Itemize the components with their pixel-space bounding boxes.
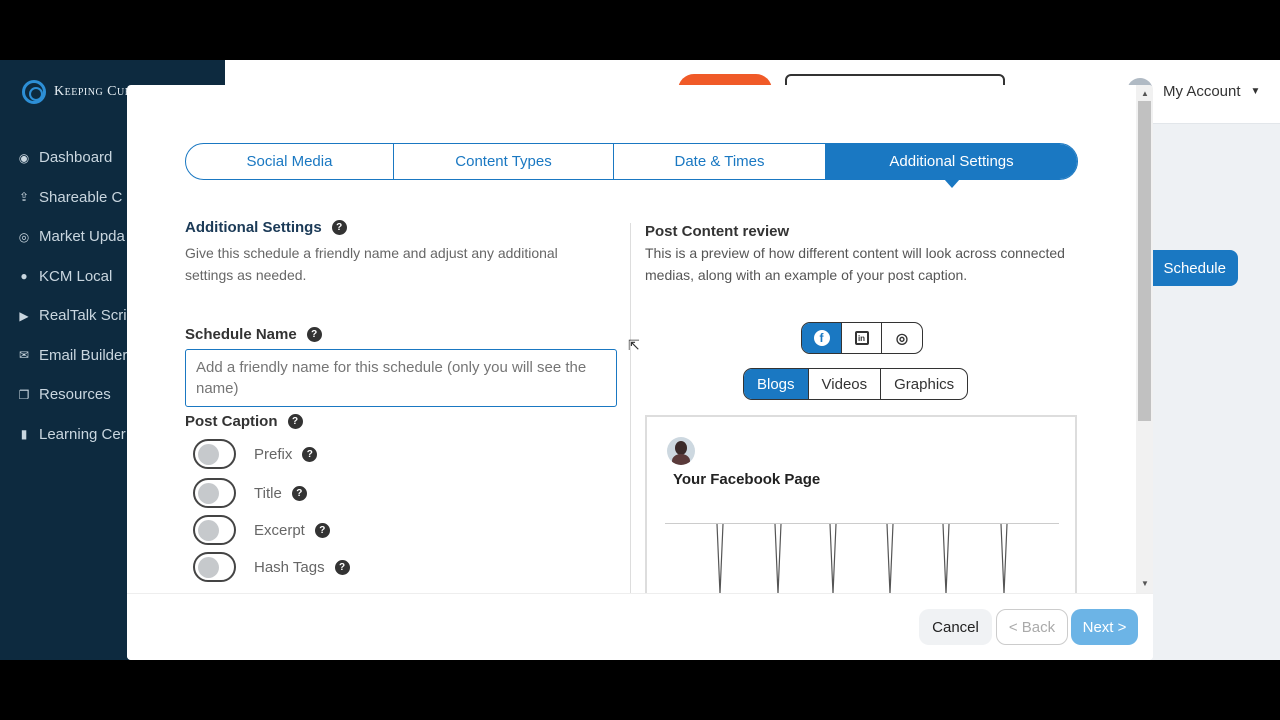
help-icon[interactable]: ? <box>287 414 303 429</box>
help-icon[interactable]: ? <box>306 327 322 342</box>
schedule-name-label: Schedule Name <box>185 326 297 343</box>
content-type-selector: Blogs Videos Graphics <box>743 368 969 400</box>
toggle-row-title: Title ? <box>193 478 307 508</box>
logo-mark-icon <box>22 80 46 104</box>
account-label: My Account <box>1163 82 1241 100</box>
location-icon: ● <box>20 269 28 284</box>
schedule-name-header: Schedule Name ? <box>185 326 322 343</box>
modal-footer: Cancel < Back Next > <box>127 593 1153 660</box>
toggle-label: Excerpt <box>254 521 305 539</box>
post-caption-label: Post Caption <box>185 413 278 430</box>
toggle-row-hashtags: Hash Tags ? <box>193 552 350 582</box>
scroll-down-icon[interactable]: ▼ <box>1141 579 1149 588</box>
help-icon[interactable]: ? <box>334 559 350 575</box>
sidebar-item-label: RealTalk Scri <box>39 307 127 325</box>
instagram-icon[interactable]: ◎ <box>882 323 922 353</box>
post-caption-header: Post Caption ? <box>185 413 303 430</box>
schedule-name-input[interactable] <box>185 349 617 407</box>
mouse-cursor-icon: ⇱ <box>628 337 640 353</box>
social-media-selector: f in ◎ <box>801 322 923 354</box>
toggle-knob <box>198 444 219 465</box>
scroll-up-icon[interactable]: ▲ <box>1141 89 1149 98</box>
share-icon: ⇪ <box>18 190 30 205</box>
sidebar-item-label: Email Builder <box>39 346 128 364</box>
schedule-modal: Social Media Content Types Date & Times … <box>127 85 1153 660</box>
facebook-icon[interactable]: f <box>802 323 842 353</box>
sidebar-item-label: Resources <box>39 386 111 404</box>
sidebar-item-label: Dashboard <box>39 149 113 167</box>
review-title: Post Content review <box>645 223 790 240</box>
email-icon: ✉ <box>18 348 30 363</box>
hashtags-toggle[interactable] <box>193 552 236 582</box>
play-icon: ▶ <box>19 308 29 323</box>
help-icon[interactable]: ? <box>331 220 347 235</box>
cancel-button[interactable]: Cancel <box>919 609 992 645</box>
tab-content-types[interactable]: Content Types <box>394 144 614 179</box>
logo[interactable]: Keeping Curr <box>22 80 139 104</box>
tab-additional-settings[interactable]: Additional Settings <box>826 144 1077 188</box>
linkedin-icon[interactable]: in <box>842 323 882 353</box>
toggle-knob <box>198 483 219 504</box>
scroll-thumb[interactable] <box>1138 101 1151 421</box>
review-description: This is a preview of how different conte… <box>645 245 1065 283</box>
page-avatar <box>667 437 695 465</box>
next-button[interactable]: Next > <box>1071 609 1138 645</box>
help-icon[interactable]: ? <box>314 522 330 538</box>
market-icon: ◎ <box>18 229 30 244</box>
sidebar-item-label: Market Upda <box>39 228 125 246</box>
modal-body: Social Media Content Types Date & Times … <box>127 85 1153 593</box>
post-preview-image <box>665 523 1059 593</box>
tab-social-media[interactable]: Social Media <box>186 144 394 179</box>
excerpt-toggle[interactable] <box>193 515 236 545</box>
toggle-label: Prefix <box>254 445 293 463</box>
settings-column: Additional Settings ? Give this schedule… <box>185 219 625 582</box>
page-name: Your Facebook Page <box>673 471 821 488</box>
post-preview-card: Your Facebook Page <box>645 415 1077 593</box>
back-button[interactable]: < Back <box>996 609 1068 645</box>
step-tabs: Social Media Content Types Date & Times … <box>185 143 1078 188</box>
additional-settings-title: Additional Settings <box>185 219 322 236</box>
dashboard-icon: ◉ <box>18 150 30 165</box>
sidebar-item-label: Learning Cer <box>39 425 126 443</box>
toggle-row-prefix: Prefix ? <box>193 439 318 469</box>
review-column: Post Content review This is a preview of… <box>645 223 1085 593</box>
sidebar-item-label: KCM Local <box>39 267 113 285</box>
modal-scrollbar[interactable]: ▲ ▼ <box>1136 85 1153 593</box>
title-toggle[interactable] <box>193 478 236 508</box>
preview-image-graphic <box>716 524 1008 593</box>
toggle-label: Title <box>254 484 282 502</box>
tab-date-times[interactable]: Date & Times <box>614 144 826 179</box>
prefix-toggle[interactable] <box>193 439 236 469</box>
content-type-graphics[interactable]: Graphics <box>881 369 967 399</box>
book-icon: ▮ <box>20 427 28 442</box>
help-icon[interactable]: ? <box>302 446 318 462</box>
sidebar-item-label: Shareable C <box>39 188 123 206</box>
toggle-row-excerpt: Excerpt ? <box>193 515 330 545</box>
column-divider <box>630 223 631 593</box>
resources-icon: ❐ <box>18 387 30 402</box>
content-type-blogs[interactable]: Blogs <box>744 369 809 399</box>
additional-settings-header: Additional Settings ? <box>185 219 625 236</box>
help-icon[interactable]: ? <box>291 485 307 501</box>
toggle-knob <box>198 557 219 578</box>
additional-settings-description: Give this schedule a friendly name and a… <box>185 245 558 283</box>
content-type-videos[interactable]: Videos <box>809 369 882 399</box>
schedule-button-label: Schedule <box>1163 259 1226 277</box>
toggle-knob <box>198 520 219 541</box>
caret-down-icon: ▼ <box>1250 85 1261 97</box>
toggle-label: Hash Tags <box>254 558 325 576</box>
